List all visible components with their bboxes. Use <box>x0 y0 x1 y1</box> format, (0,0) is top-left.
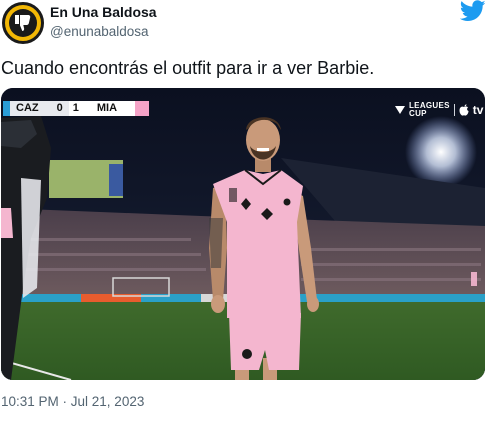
tweet-media-photo[interactable]: CAZ 0 1 MIA LEAGUES CUP tv <box>1 88 485 380</box>
author-handle[interactable]: @enunabaldosa <box>50 24 149 39</box>
home-team-label: CAZ <box>10 101 47 116</box>
tweet-timestamp[interactable]: 10:31 PM · Jul 21, 2023 <box>1 394 144 409</box>
author-avatar[interactable] <box>2 2 44 44</box>
home-team-color <box>3 101 10 116</box>
away-score: 1 <box>68 101 83 116</box>
thumbs-down-icon <box>15 15 31 31</box>
bug-divider <box>453 104 455 116</box>
home-score: 0 <box>46 101 69 116</box>
apple-tv-label: tv <box>472 103 484 117</box>
away-team-label: MIA <box>82 101 136 116</box>
twitter-bird-icon[interactable] <box>460 0 486 22</box>
leagues-cup-logo: LEAGUES CUP <box>409 101 450 118</box>
author-display-name[interactable]: En Una Baldosa <box>50 4 157 20</box>
floodlight <box>405 116 477 188</box>
tweet-card: En Una Baldosa @enunabaldosa Cuando enco… <box>0 0 502 421</box>
broadcast-bug: LEAGUES CUP tv <box>395 102 483 118</box>
scorebug: CAZ 0 1 MIA <box>3 101 150 116</box>
apple-icon <box>459 104 469 116</box>
tweet-text: Cuando encontrás el outfit para ir a ver… <box>1 58 375 78</box>
stadium-photo <box>1 88 485 380</box>
away-team-color <box>135 101 150 116</box>
leagues-cup-icon <box>395 106 405 114</box>
